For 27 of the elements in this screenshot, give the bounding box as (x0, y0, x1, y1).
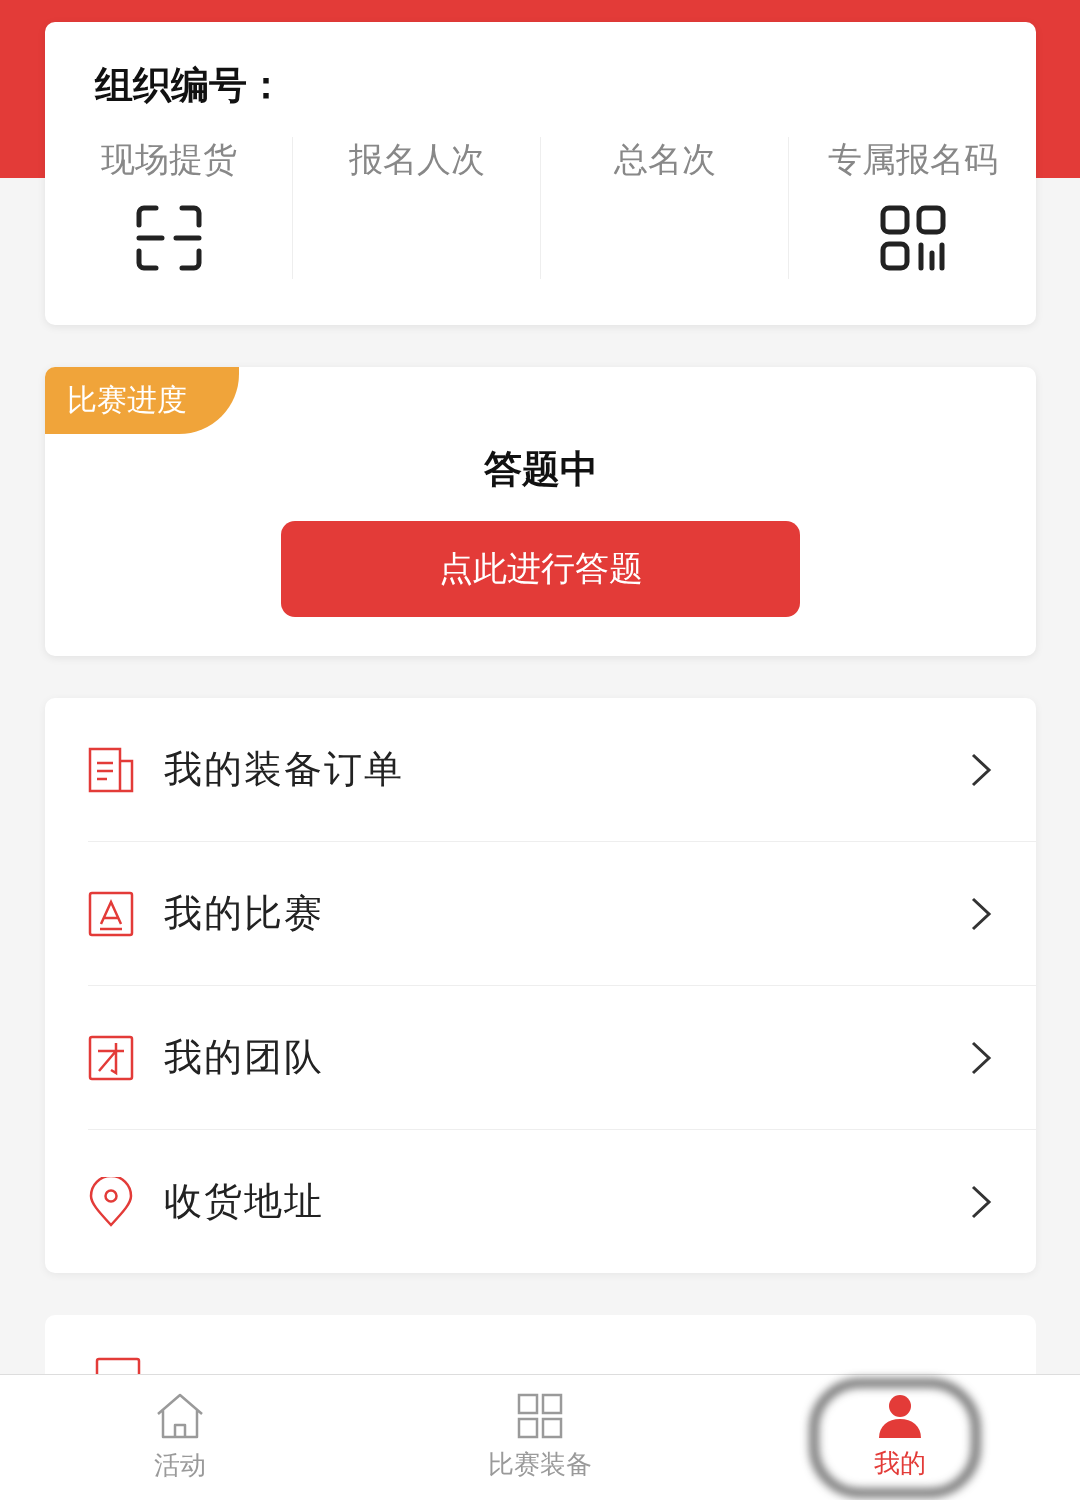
menu-item[interactable]: 我的比赛 (88, 841, 1036, 985)
boxed-letter-icon (88, 890, 134, 937)
chevron-right-icon (970, 1183, 992, 1220)
tab-label[interactable]: 我的 (874, 1446, 926, 1481)
boxed-glyph-icon (88, 1034, 134, 1081)
chevron-right-icon (970, 1039, 992, 1076)
qr-code-icon[interactable] (879, 205, 946, 271)
grid-icon (517, 1393, 563, 1439)
chevron-right-icon (970, 895, 992, 932)
chevron-right-icon (970, 751, 992, 788)
stat-label: 现场提货 (100, 138, 237, 181)
stat-label: 总名次 (613, 138, 716, 181)
menu-item[interactable]: 我的装备订单 (88, 698, 1036, 841)
person-icon (877, 1394, 923, 1438)
progress-badge: 比赛进度 (45, 367, 239, 434)
answer-button[interactable]: 点此进行答题 (281, 521, 800, 617)
location-pin-icon (88, 1176, 134, 1227)
org-number-label: 组织编号： (95, 62, 285, 109)
home-icon (155, 1392, 205, 1440)
scan-icon[interactable] (135, 205, 202, 271)
list-icon (95, 1357, 141, 1374)
stat-label: 专属报名码 (827, 138, 998, 181)
document-icon (88, 746, 134, 793)
status-text: 答题中 (482, 446, 599, 493)
menu-item[interactable]: 收货地址 (88, 1129, 1036, 1273)
stat-label: 报名人次 (348, 138, 485, 181)
menu-item[interactable]: 我的团队 (88, 985, 1036, 1129)
